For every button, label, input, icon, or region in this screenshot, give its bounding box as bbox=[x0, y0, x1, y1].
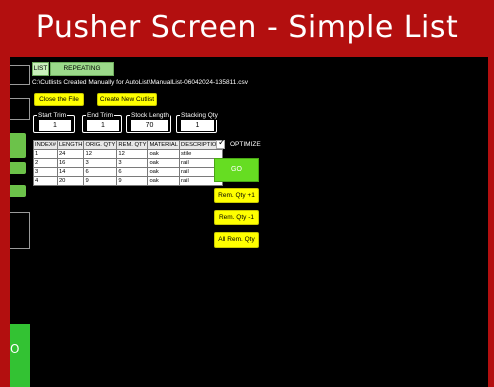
optimize-label: OPTIMIZE bbox=[230, 141, 261, 148]
table-cell: 14 bbox=[56, 167, 85, 177]
end-trim-label: End Trim bbox=[86, 111, 115, 120]
table-cell: oak bbox=[147, 176, 181, 186]
table-cell: 9 bbox=[83, 176, 118, 186]
table-cell: 2 bbox=[33, 158, 58, 168]
optimize-checkbox[interactable]: ✓ bbox=[216, 138, 226, 149]
column-header[interactable]: LENGTH bbox=[56, 140, 85, 150]
table-header-row: INDEX# LENGTH ORIG. QTY REM. QTY MATERIA… bbox=[33, 140, 223, 150]
table-cell: 1 bbox=[33, 149, 58, 159]
table-cell: 3 bbox=[83, 158, 118, 168]
left-panel-big-button-glyph: O bbox=[10, 342, 20, 356]
left-panel-green-button-3[interactable] bbox=[10, 185, 26, 197]
column-header[interactable]: ORIG. QTY bbox=[83, 140, 118, 150]
table-cell: 20 bbox=[56, 176, 85, 186]
start-trim-group: Start Trim 1 bbox=[33, 111, 75, 133]
column-header[interactable]: INDEX# bbox=[33, 140, 58, 150]
table-cell: 16 bbox=[56, 158, 85, 168]
table-cell: oak bbox=[147, 149, 181, 159]
title-banner: Pusher Screen - Simple List bbox=[0, 0, 494, 52]
stacking-qty-group: Stacking Qty 1 bbox=[176, 111, 219, 133]
table-row[interactable]: 4 20 9 9 oak rail bbox=[33, 176, 223, 186]
table-cell: 12 bbox=[83, 149, 118, 159]
right-frame-edge bbox=[488, 57, 494, 387]
column-header[interactable]: MATERIAL bbox=[147, 140, 181, 150]
rem-qty-plus-button[interactable]: Rem. Qty +1 bbox=[214, 188, 259, 203]
table-cell: 6 bbox=[116, 167, 149, 177]
left-panel-box-3[interactable] bbox=[10, 212, 30, 249]
cutlist-table[interactable]: INDEX# LENGTH ORIG. QTY REM. QTY MATERIA… bbox=[33, 140, 223, 186]
close-file-button[interactable]: Close the File bbox=[34, 93, 84, 106]
all-rem-qty-button[interactable]: All Rem. Qty bbox=[214, 232, 259, 248]
table-cell: 24 bbox=[56, 149, 85, 159]
rem-qty-minus-button[interactable]: Rem. Qty -1 bbox=[214, 210, 259, 225]
tab-repeating-pattern[interactable]: REPEATING PATTERN bbox=[50, 62, 114, 84]
table-cell: oak bbox=[147, 167, 181, 177]
table-cell: 9 bbox=[116, 176, 149, 186]
table-row[interactable]: 2 16 3 3 oak rail bbox=[33, 158, 223, 168]
stacking-qty-label: Stacking Qty bbox=[180, 111, 219, 120]
end-trim-input[interactable]: 1 bbox=[87, 120, 119, 131]
checkmark-icon: ✓ bbox=[218, 138, 226, 148]
table-row[interactable]: 1 24 12 12 oak stile bbox=[33, 149, 223, 159]
go-button[interactable]: GO bbox=[214, 158, 259, 182]
table-cell: 6 bbox=[83, 167, 118, 177]
left-panel-box-2[interactable] bbox=[10, 98, 30, 120]
table-cell: 12 bbox=[116, 149, 149, 159]
column-header[interactable]: REM. QTY bbox=[116, 140, 149, 150]
start-trim-label: Start Trim bbox=[37, 111, 68, 120]
stock-length-label: Stock Length bbox=[130, 111, 170, 120]
stacking-qty-input[interactable]: 1 bbox=[181, 120, 214, 131]
left-panel-green-button-1[interactable] bbox=[10, 133, 26, 158]
page-title: Pusher Screen - Simple List bbox=[35, 10, 459, 45]
table-cell: 3 bbox=[33, 167, 58, 177]
end-trim-group: End Trim 1 bbox=[82, 111, 122, 133]
table-row[interactable]: 3 14 6 6 oak rail bbox=[33, 167, 223, 177]
stock-length-group: Stock Length 70 bbox=[126, 111, 171, 133]
file-path: C:\Cutlists Created Manually for AutoLis… bbox=[32, 79, 248, 86]
create-cutlist-button[interactable]: Create New Cutlist bbox=[97, 93, 157, 106]
table-cell: 4 bbox=[33, 176, 58, 186]
tab-list[interactable]: LIST bbox=[32, 62, 49, 76]
left-panel-box-1[interactable] bbox=[10, 65, 30, 85]
start-trim-input[interactable]: 1 bbox=[39, 120, 71, 131]
stock-length-input[interactable]: 70 bbox=[131, 120, 168, 131]
table-cell: 3 bbox=[116, 158, 149, 168]
left-panel-green-button-2[interactable] bbox=[10, 162, 26, 174]
table-cell: oak bbox=[147, 158, 181, 168]
